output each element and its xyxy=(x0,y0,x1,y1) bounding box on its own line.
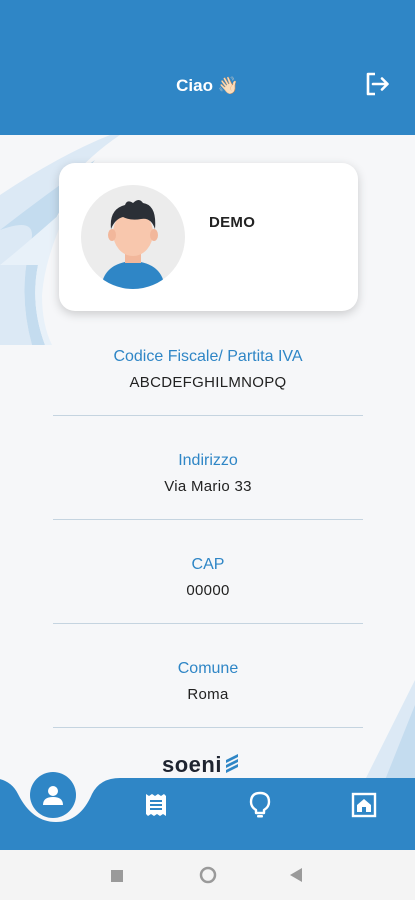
field-value: 00000 xyxy=(186,582,230,599)
profile-icon xyxy=(43,786,63,805)
field-indirizzo: Indirizzo Via Mario 33 xyxy=(53,452,363,520)
field-value: ABCDEFGHILMNOPQ xyxy=(129,374,287,391)
brand-name: soeni xyxy=(162,752,222,777)
brand-mark-icon xyxy=(226,754,239,773)
logout-icon[interactable] xyxy=(363,70,391,98)
nav-property-button[interactable] xyxy=(350,791,378,819)
nav-tips-button[interactable] xyxy=(246,791,274,819)
system-nav-bar xyxy=(0,850,415,900)
triangle-back-icon xyxy=(290,868,302,882)
field-label: CAP xyxy=(191,556,225,573)
field-label: Codice Fiscale/ Partita IVA xyxy=(113,348,303,365)
square-icon xyxy=(111,870,123,882)
nav-receipts-button[interactable] xyxy=(142,791,170,819)
lightbulb-icon xyxy=(249,791,271,818)
recents-button[interactable] xyxy=(111,869,123,887)
receipt-icon xyxy=(146,794,166,816)
greeting-title: Ciao 👋🏻 xyxy=(176,76,239,95)
field-comune: Comune Roma xyxy=(53,660,363,728)
profile-name: DEMO xyxy=(209,214,256,231)
field-value: Via Mario 33 xyxy=(164,478,252,495)
app-header: Ciao 👋🏻 xyxy=(0,0,415,135)
back-button[interactable] xyxy=(290,868,302,887)
field-label: Indirizzo xyxy=(178,452,238,469)
circle-icon xyxy=(199,866,217,884)
field-label: Comune xyxy=(177,660,239,677)
field-cap: CAP 00000 xyxy=(53,556,363,624)
field-codice-fiscale: Codice Fiscale/ Partita IVA ABCDEFGHILMN… xyxy=(53,348,363,416)
home-button[interactable] xyxy=(199,866,217,889)
nav-profile-button[interactable] xyxy=(30,772,76,818)
field-value: Roma xyxy=(187,686,229,703)
home-photo-icon xyxy=(351,792,377,818)
avatar xyxy=(81,185,185,289)
profile-card: DEMO xyxy=(59,163,358,311)
